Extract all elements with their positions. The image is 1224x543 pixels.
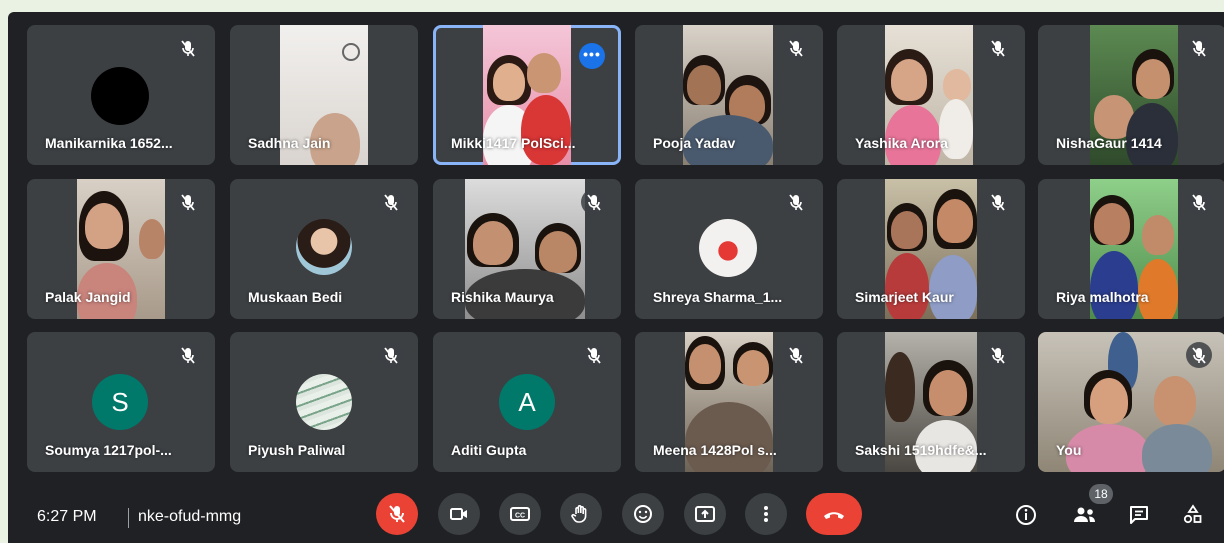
participant-tile[interactable]: Sakshi 1519hdfe&... bbox=[837, 332, 1025, 472]
captions-button[interactable]: CC bbox=[499, 493, 541, 535]
meeting-code: nke-ofud-mmg bbox=[138, 508, 242, 525]
participant-avatar bbox=[296, 374, 352, 430]
muted-mic-icon bbox=[985, 35, 1011, 61]
participant-name: Riya malhotra bbox=[1056, 289, 1149, 305]
participant-tile[interactable]: S Soumya 1217pol-... bbox=[27, 332, 215, 472]
more-vert-icon bbox=[764, 506, 768, 522]
muted-mic-icon bbox=[378, 342, 404, 368]
chat-icon bbox=[1130, 506, 1148, 524]
participant-tile[interactable]: Sadhna Jain bbox=[230, 25, 418, 165]
more-options-button[interactable] bbox=[745, 493, 787, 535]
raise-hand-button[interactable] bbox=[560, 493, 602, 535]
hang-up-icon bbox=[824, 512, 844, 519]
participant-name: Pooja Yadav bbox=[653, 135, 736, 151]
participant-name: Aditi Gupta bbox=[451, 442, 527, 458]
muted-mic-icon bbox=[783, 189, 809, 215]
info-icon bbox=[1016, 505, 1036, 525]
participant-name: Sakshi 1519hdfe&... bbox=[855, 442, 987, 458]
muted-mic-icon bbox=[1186, 189, 1212, 215]
muted-mic-icon bbox=[175, 35, 201, 61]
muted-mic-icon bbox=[175, 189, 201, 215]
muted-mic-icon bbox=[581, 342, 607, 368]
participant-tile[interactable]: Rishika Maurya bbox=[433, 179, 621, 319]
participant-name: Sadhna Jain bbox=[248, 135, 331, 151]
participant-tile[interactable]: Simarjeet Kaur bbox=[837, 179, 1025, 319]
participant-tile[interactable]: A Aditi Gupta bbox=[433, 332, 621, 472]
participant-avatar: S bbox=[92, 374, 148, 430]
activities-button[interactable] bbox=[1178, 500, 1208, 530]
self-view-tile[interactable]: You bbox=[1038, 332, 1224, 472]
participant-name: Muskaan Bedi bbox=[248, 289, 343, 305]
muted-mic-icon bbox=[1186, 35, 1212, 61]
participant-name: NishaGaur 1414 bbox=[1056, 135, 1162, 151]
microphone-off-button[interactable] bbox=[376, 493, 418, 535]
participant-tile[interactable]: Meena 1428Pol s... bbox=[635, 332, 823, 472]
participant-tile[interactable]: Riya malhotra bbox=[1038, 179, 1224, 319]
participant-tile[interactable]: Muskaan Bedi bbox=[230, 179, 418, 319]
participant-tile[interactable]: Palak Jangid bbox=[27, 179, 215, 319]
divider bbox=[128, 508, 129, 528]
emoji-icon bbox=[634, 505, 652, 523]
people-button[interactable] bbox=[1070, 500, 1100, 530]
muted-mic-icon bbox=[581, 189, 607, 215]
participant-name: Yashika Arora bbox=[855, 135, 948, 151]
people-icon bbox=[1074, 507, 1095, 522]
leave-call-button[interactable] bbox=[806, 493, 862, 535]
participant-name: Mikki1417 PolSci... bbox=[451, 135, 576, 151]
participant-name: Piyush Paliwal bbox=[248, 442, 346, 458]
participant-tile[interactable]: Piyush Paliwal bbox=[230, 332, 418, 472]
participant-tile[interactable]: Pooja Yadav bbox=[635, 25, 823, 165]
more-options-icon[interactable]: ••• bbox=[579, 43, 605, 69]
participant-name: Soumya 1217pol-... bbox=[45, 442, 172, 458]
participant-grid: Manikarnika 1652... Sadhna Jain ••• Mikk… bbox=[8, 12, 1224, 492]
muted-mic-icon bbox=[378, 189, 404, 215]
participant-name: Simarjeet Kaur bbox=[855, 289, 954, 305]
participant-name: Manikarnika 1652... bbox=[45, 135, 173, 151]
participant-name: Palak Jangid bbox=[45, 289, 131, 305]
participant-name: You bbox=[1056, 442, 1082, 458]
participant-tile-focused[interactable]: ••• Mikki1417 PolSci... bbox=[433, 25, 621, 165]
captions-icon: CC bbox=[510, 507, 530, 521]
participant-tile[interactable]: NishaGaur 1414 bbox=[1038, 25, 1224, 165]
participant-tile[interactable]: Manikarnika 1652... bbox=[27, 25, 215, 165]
participant-tile[interactable]: Shreya Sharma_1... bbox=[635, 179, 823, 319]
participant-name: Rishika Maurya bbox=[451, 289, 554, 305]
svg-text:CC: CC bbox=[515, 513, 525, 520]
muted-mic-icon bbox=[985, 342, 1011, 368]
mic-off-icon bbox=[389, 505, 405, 523]
participant-avatar bbox=[296, 219, 352, 275]
camera-button[interactable] bbox=[438, 493, 480, 535]
participant-tile[interactable]: Yashika Arora bbox=[837, 25, 1025, 165]
participant-name: Meena 1428Pol s... bbox=[653, 442, 777, 458]
participant-avatar bbox=[91, 67, 149, 125]
muted-mic-icon bbox=[783, 35, 809, 61]
meeting-info-button[interactable] bbox=[1011, 500, 1041, 530]
activities-icon bbox=[1183, 504, 1202, 524]
participant-name: Shreya Sharma_1... bbox=[653, 289, 783, 305]
hand-icon bbox=[571, 505, 587, 523]
participant-avatar: A bbox=[499, 374, 555, 430]
present-icon bbox=[695, 506, 715, 522]
participant-avatar bbox=[699, 219, 757, 277]
muted-mic-icon bbox=[985, 189, 1011, 215]
call-controls-bar: 6:27 PM nke-ofud-mmg CC 18 bbox=[8, 484, 1224, 543]
muted-mic-icon bbox=[1186, 342, 1212, 368]
muted-mic-icon bbox=[783, 342, 809, 368]
video-camera-icon bbox=[450, 508, 467, 520]
meeting-time: 6:27 PM bbox=[37, 508, 97, 525]
meet-window: Manikarnika 1652... Sadhna Jain ••• Mikk… bbox=[8, 12, 1224, 543]
chat-button[interactable] bbox=[1124, 500, 1154, 530]
present-screen-button[interactable] bbox=[684, 493, 726, 535]
reactions-button[interactable] bbox=[622, 493, 664, 535]
muted-mic-icon bbox=[175, 342, 201, 368]
